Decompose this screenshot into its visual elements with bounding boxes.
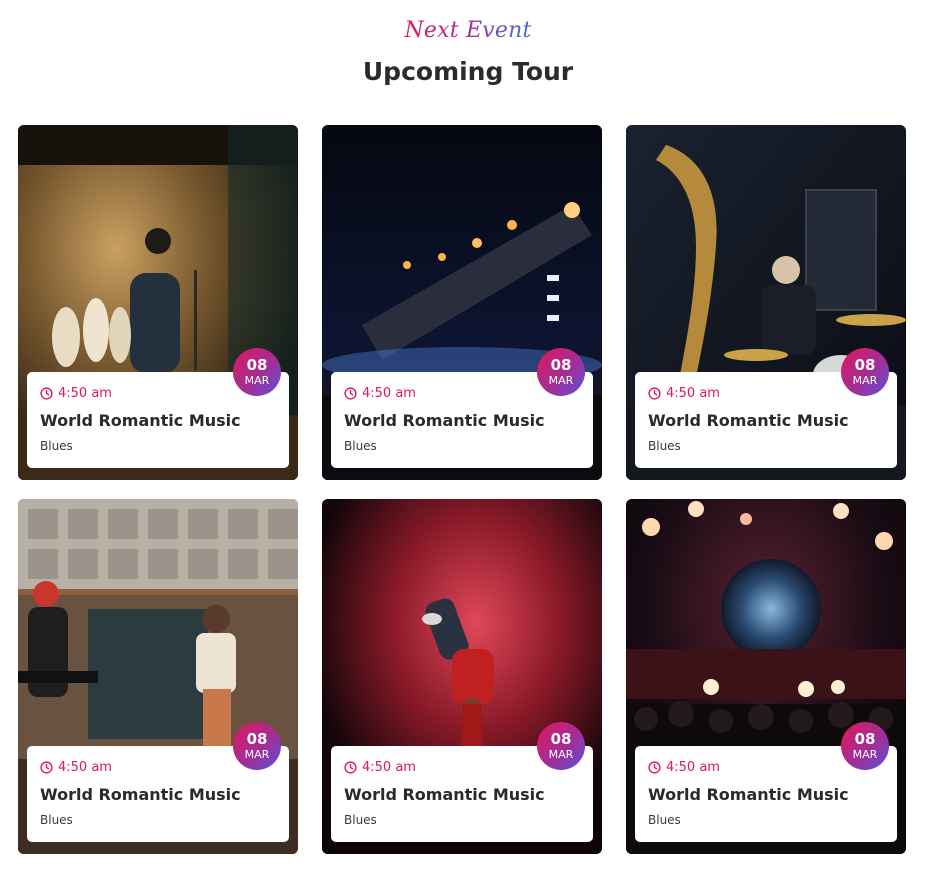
section-kicker: Next Event [404, 18, 532, 43]
event-genre: Blues [648, 439, 681, 453]
event-title[interactable]: World Romantic Music [40, 785, 276, 804]
date-day: 08 [550, 356, 572, 374]
event-genre: Blues [344, 439, 377, 453]
event-time-text: 4:50 am [666, 386, 720, 401]
date-badge: 08 MAR [841, 348, 889, 396]
clock-icon [40, 387, 53, 400]
date-month: MAR [548, 748, 574, 761]
date-month: MAR [852, 374, 878, 387]
date-month: MAR [852, 748, 878, 761]
event-card[interactable]: 4:50 am World Romantic Music Blues 08 MA… [626, 125, 906, 480]
event-title[interactable]: World Romantic Music [648, 411, 884, 430]
event-title[interactable]: World Romantic Music [648, 785, 884, 804]
event-genre: Blues [648, 813, 681, 827]
clock-icon [40, 761, 53, 774]
date-day: 08 [854, 730, 876, 748]
event-genre: Blues [40, 813, 73, 827]
event-title[interactable]: World Romantic Music [344, 785, 580, 804]
date-badge: 08 MAR [537, 348, 585, 396]
date-day: 08 [246, 356, 268, 374]
section-title: Upcoming Tour [362, 57, 574, 86]
event-time-text: 4:50 am [58, 386, 112, 401]
date-day: 08 [246, 730, 268, 748]
event-card[interactable]: 4:50 am World Romantic Music Blues 08 MA… [322, 125, 602, 480]
section-header: Next Event Upcoming Tour [0, 18, 936, 86]
date-badge: 08 MAR [233, 722, 281, 770]
event-time-text: 4:50 am [666, 760, 720, 775]
event-card[interactable]: 4:50 am World Romantic Music Blues 08 MA… [18, 499, 298, 854]
date-month: MAR [244, 374, 270, 387]
date-month: MAR [548, 374, 574, 387]
event-genre: Blues [40, 439, 73, 453]
date-badge: 08 MAR [233, 348, 281, 396]
event-time-text: 4:50 am [362, 386, 416, 401]
date-badge: 08 MAR [537, 722, 585, 770]
date-month: MAR [244, 748, 270, 761]
event-card[interactable]: 4:50 am World Romantic Music Blues 08 MA… [18, 125, 298, 480]
event-title[interactable]: World Romantic Music [40, 411, 276, 430]
date-badge: 08 MAR [841, 722, 889, 770]
event-card[interactable]: 4:50 am World Romantic Music Blues 08 MA… [626, 499, 906, 854]
event-time-text: 4:50 am [58, 760, 112, 775]
date-day: 08 [550, 730, 572, 748]
event-title[interactable]: World Romantic Music [344, 411, 580, 430]
clock-icon [648, 387, 661, 400]
clock-icon [344, 387, 357, 400]
event-card[interactable]: 4:50 am World Romantic Music Blues 08 MA… [322, 499, 602, 854]
clock-icon [344, 761, 357, 774]
event-genre: Blues [344, 813, 377, 827]
event-time-text: 4:50 am [362, 760, 416, 775]
clock-icon [648, 761, 661, 774]
date-day: 08 [854, 356, 876, 374]
